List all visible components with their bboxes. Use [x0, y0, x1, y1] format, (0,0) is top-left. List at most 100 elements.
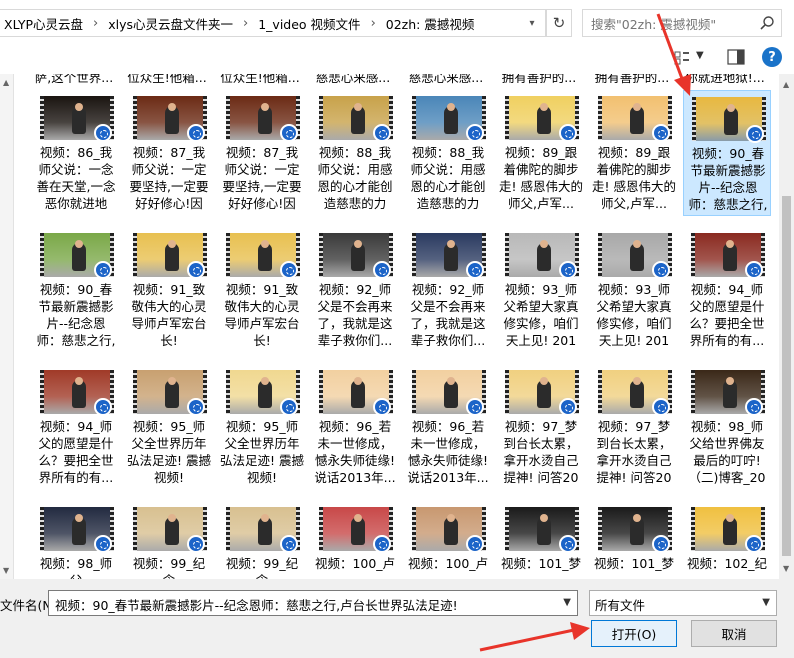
- file-type-select[interactable]: 所有文件 ▼: [589, 590, 777, 616]
- scroll-up-icon[interactable]: ▲: [783, 80, 789, 89]
- file-item[interactable]: 视频：92_师父是不会再来了，我就是这辈子救你们...: [311, 227, 399, 353]
- breadcrumb-item-current[interactable]: 02zh: 震撼视频: [382, 14, 479, 33]
- file-item[interactable]: 视频：87_我师父说：一定要坚持,一定要好好修心!因为...: [125, 90, 213, 216]
- file-type-dropdown-icon[interactable]: ▼: [762, 597, 770, 608]
- view-dropdown-icon[interactable]: ▼: [696, 50, 704, 61]
- partial-file-name[interactable]: 你就进地狱!...: [683, 74, 767, 86]
- file-type-value: 所有文件: [595, 598, 646, 613]
- breadcrumb-separator-icon[interactable]: ›: [87, 16, 104, 31]
- file-item[interactable]: 视频：98_师父: [32, 501, 120, 579]
- media-player-icon: [746, 125, 764, 143]
- file-name: 视频：97_梦到台长太累，拿开水烫自己提神! 问答201...: [596, 419, 672, 485]
- file-item[interactable]: 视频：90_春节最新震撼影片--纪念恩师：慈悲之行,卢...: [32, 227, 120, 353]
- breadcrumb-item-root[interactable]: XLYP心灵云盘: [0, 14, 87, 33]
- breadcrumb[interactable]: XLYP心灵云盘 › xlys心灵云盘文件夹一 › 1_video 视频文件 ›…: [0, 9, 546, 37]
- search-input[interactable]: [589, 11, 763, 37]
- file-item[interactable]: 视频：94_师父的愿望是什么？要把全世界所有的有...: [683, 227, 771, 353]
- media-player-icon: [745, 398, 763, 416]
- media-player-icon: [652, 535, 670, 553]
- navigation-pane-edge[interactable]: ▲ ▼: [0, 74, 14, 579]
- partial-file-name[interactable]: 位众生!他箱...: [125, 74, 209, 86]
- file-item[interactable]: 视频：88_我师父说：用感恩的心才能创造慈悲的力量!...: [311, 90, 399, 216]
- file-name: 视频：101_梦: [500, 556, 582, 571]
- file-name: 视频：96_若未一世修成，憾永失师徒缘! 说话2013年...: [314, 419, 396, 485]
- open-button[interactable]: 打开(O): [591, 620, 677, 647]
- file-item[interactable]: 视频：91_致敬伟大的心灵导师卢军宏台长!: [218, 227, 306, 353]
- file-name: 视频：99_纪念: [225, 556, 299, 579]
- file-item[interactable]: 视频：89_跟着佛陀的脚步走! 感恩伟大的师父,卢军...: [497, 90, 585, 216]
- view-options-icon[interactable]: [674, 50, 690, 66]
- file-item[interactable]: 视频：98_师父给世界佛友最后的叮咛!（二)博客_202...: [683, 364, 771, 490]
- partial-file-name[interactable]: 拥有善护的...: [590, 74, 674, 86]
- file-item[interactable]: 视频：97_梦到台长太累，拿开水烫自己提神! 问答201...: [497, 364, 585, 490]
- file-name: 视频：95_师父全世界历年弘法足迹! 震撼视频!: [127, 419, 211, 485]
- file-item[interactable]: 视频：91_致敬伟大的心灵导师卢军宏台长!: [125, 227, 213, 353]
- media-player-icon: [373, 398, 391, 416]
- breadcrumb-separator-icon[interactable]: ›: [237, 16, 254, 31]
- media-player-icon: [466, 261, 484, 279]
- vertical-scrollbar[interactable]: ▲ ▼: [779, 74, 794, 579]
- media-player-icon: [280, 261, 298, 279]
- preview-pane-icon[interactable]: [727, 49, 745, 65]
- file-name: 视频：89_跟着佛陀的脚步走! 感恩伟大的师父,卢军...: [592, 145, 676, 211]
- media-player-icon: [559, 124, 577, 142]
- file-name: 视频：88_我师父说：用感恩的心才能创造慈悲的力量!...: [317, 145, 393, 211]
- media-player-icon: [187, 124, 205, 142]
- filename-field[interactable]: ▼: [48, 590, 578, 616]
- file-name: 视频：99_纪念: [132, 556, 206, 579]
- help-icon[interactable]: ?: [762, 47, 782, 67]
- file-item[interactable]: 视频：102_纪: [683, 501, 771, 579]
- media-player-icon: [373, 124, 391, 142]
- file-list[interactable]: 萨,这个世界... 位众生!他箱... 位众生!他箱... 慈悲心来感... 慈悲心来感…: [14, 74, 779, 579]
- file-name: 视频：100_卢: [407, 556, 489, 571]
- breadcrumb-item-video[interactable]: 1_video 视频文件: [254, 14, 364, 33]
- scroll-up-icon[interactable]: ▲: [3, 78, 9, 87]
- file-item[interactable]: 视频：87_我师父说：一定要坚持,一定要好好修心!因为...: [218, 90, 306, 216]
- search-icon[interactable]: [759, 15, 775, 31]
- file-item[interactable]: 视频：88_我师父说：用感恩的心才能创造慈悲的力量!...: [404, 90, 492, 216]
- file-name: 视频：92_师父是不会再来了，我就是这辈子救你们...: [410, 282, 486, 348]
- file-item[interactable]: 视频：95_师父全世界历年弘法足迹! 震撼视频!: [218, 364, 306, 490]
- file-item[interactable]: 视频：100_卢: [404, 501, 492, 579]
- file-item[interactable]: 视频：92_师父是不会再来了，我就是这辈子救你们...: [404, 227, 492, 353]
- scrollbar-thumb[interactable]: [782, 196, 791, 556]
- file-item[interactable]: 视频：94_师父的愿望是什么？要把全世界所有的有...: [32, 364, 120, 490]
- file-item[interactable]: 视频：99_纪念: [218, 501, 306, 579]
- media-player-icon: [652, 398, 670, 416]
- file-item[interactable]: 视频：93_师父希望大家真修实修，咱们天上见! 2014...: [590, 227, 678, 353]
- media-player-icon: [280, 124, 298, 142]
- partial-file-name[interactable]: 萨,这个世界...: [32, 74, 116, 86]
- file-item[interactable]: 视频：86_我师父说：一念善在天堂,一念恶你就进地狱!...: [32, 90, 120, 216]
- partial-file-name[interactable]: 拥有善护的...: [497, 74, 581, 86]
- file-item[interactable]: 视频：90_春节最新震撼影片--纪念恩师：慈悲之行,卢...: [683, 90, 771, 216]
- address-dropdown-icon[interactable]: ▾: [521, 9, 543, 37]
- file-item[interactable]: 视频：96_若未一世修成，憾永失师徒缘! 说话2013年...: [311, 364, 399, 490]
- media-player-icon: [94, 398, 112, 416]
- file-name: 视频：95_师父全世界历年弘法足迹! 震撼视频!: [220, 419, 304, 485]
- filename-input[interactable]: [53, 592, 557, 616]
- filename-dropdown-icon[interactable]: ▼: [563, 597, 571, 608]
- scroll-down-icon[interactable]: ▼: [3, 566, 9, 575]
- partial-file-name[interactable]: 慈悲心来感...: [311, 74, 395, 86]
- file-item[interactable]: 视频：100_卢: [311, 501, 399, 579]
- file-item[interactable]: 视频：101_梦: [590, 501, 678, 579]
- file-item[interactable]: 视频：95_师父全世界历年弘法足迹! 震撼视频!: [125, 364, 213, 490]
- breadcrumb-separator-icon[interactable]: ›: [365, 16, 382, 31]
- partial-file-name[interactable]: 慈悲心来感...: [404, 74, 488, 86]
- file-name: 视频：98_师父: [39, 556, 113, 579]
- file-item[interactable]: 视频：93_师父希望大家真修实修，咱们天上见! 2014...: [497, 227, 585, 353]
- file-item[interactable]: 视频：89_跟着佛陀的脚步走! 感恩伟大的师父,卢军...: [590, 90, 678, 216]
- media-player-icon: [373, 261, 391, 279]
- file-name: 视频：86_我师父说：一念善在天堂,一念恶你就进地狱!...: [36, 145, 116, 211]
- file-item[interactable]: 视频：99_纪念: [125, 501, 213, 579]
- search-box[interactable]: [582, 9, 782, 37]
- file-item[interactable]: 视频：97_梦到台长太累，拿开水烫自己提神! 问答201...: [590, 364, 678, 490]
- file-name: 视频：91_致敬伟大的心灵导师卢军宏台长!: [224, 282, 300, 348]
- file-item[interactable]: 视频：96_若未一世修成，憾永失师徒缘! 说话2013年...: [404, 364, 492, 490]
- scroll-down-icon[interactable]: ▼: [783, 564, 789, 573]
- partial-file-name[interactable]: 位众生!他箱...: [218, 74, 302, 86]
- breadcrumb-item-folder[interactable]: xlys心灵云盘文件夹一: [104, 14, 237, 33]
- cancel-button[interactable]: 取消: [691, 620, 777, 647]
- refresh-icon[interactable]: ↻: [546, 9, 572, 37]
- file-item[interactable]: 视频：101_梦: [497, 501, 585, 579]
